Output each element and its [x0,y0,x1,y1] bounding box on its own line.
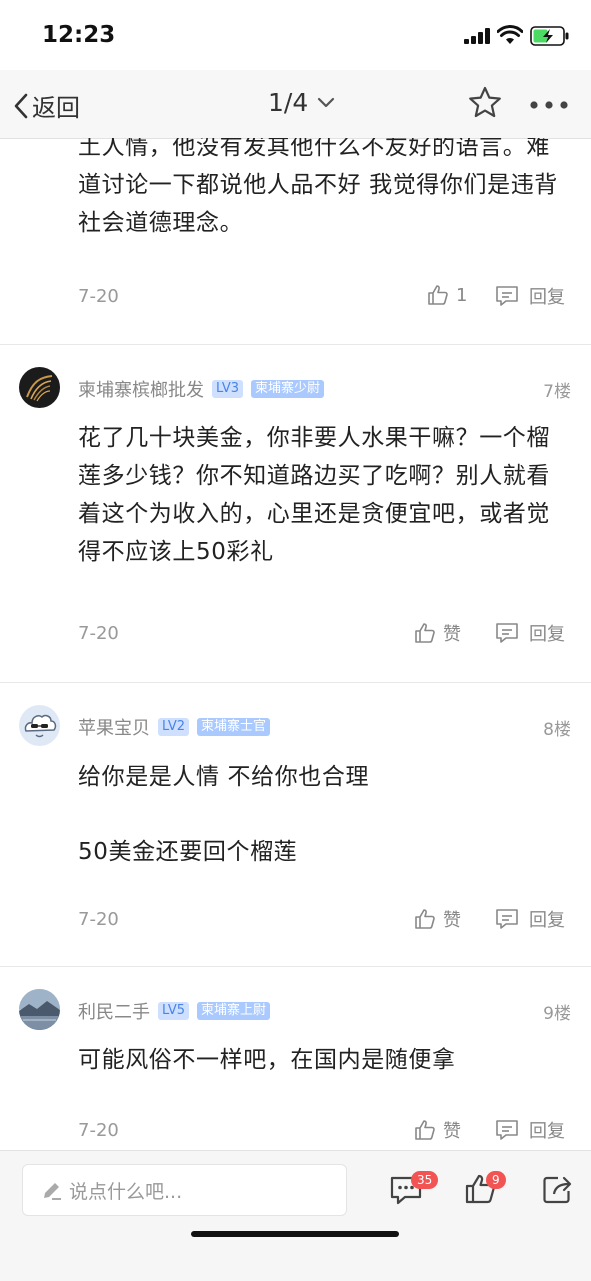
rank-badge: 柬埔寨上尉 [196,1002,270,1020]
comment-item: 利民二手 LV5 柬埔寨上尉 9楼 可能风俗不一样吧，在国内是随便拿 7-20 … [0,967,591,1150]
reply-button[interactable]: 回复 [494,906,565,932]
favorite-star-icon[interactable] [467,85,503,121]
username-text: 柬埔寨槟榔批发 [78,380,204,401]
comment-date: 7-20 [78,623,119,644]
share-icon [543,1176,572,1204]
chevron-left-icon [14,93,28,118]
comment-text[interactable]: 50美金还要回个榴莲 [78,833,568,871]
avatar[interactable] [19,367,60,408]
page-indicator: 1/4 [268,88,309,117]
like-count: 1 [456,284,468,306]
comment-text[interactable]: 土人情，他没有发其他什么不友好的语言。难道讨论一下都说他人品不好 我觉得你们是违… [78,138,568,242]
like-button[interactable]: 赞 [413,1117,461,1143]
rank-badge: 柬埔寨少尉 [250,380,324,398]
status-time: 12:23 [42,22,116,48]
chevron-down-icon [318,97,335,107]
page-selector[interactable]: 1/4 [268,88,336,117]
level-badge: LV5 [158,1002,189,1020]
reply-button[interactable]: 回复 [494,1117,565,1143]
avatar[interactable] [19,705,60,746]
floor-number: 9楼 [543,1004,571,1024]
like-button[interactable]: 赞 [413,620,461,646]
comment-placeholder: 说点什么吧... [69,1180,183,1203]
like-button[interactable]: 赞 [413,906,461,932]
status-bar: 12:23 [0,0,591,70]
reply-label: 回复 [529,910,565,931]
level-badge: LV2 [158,718,189,736]
avatar[interactable] [19,989,60,1030]
comment-item: 土人情，他没有发其他什么不友好的语言。难道讨论一下都说他人品不好 我觉得你们是违… [0,138,591,343]
username[interactable]: 利民二手 LV5 柬埔寨上尉 [78,998,270,1024]
like-label: 赞 [443,910,461,931]
rank-badge: 柬埔寨士官 [196,718,270,736]
comment-date: 7-20 [78,286,119,307]
comment-item: 柬埔寨槟榔批发 LV3 柬埔寨少尉 7楼 花了几十块美金，你非要人水果干嘛？一个… [0,345,591,682]
reply-label: 回复 [529,287,565,308]
cellular-signal-icon [464,28,490,44]
reply-label: 回复 [529,624,565,645]
back-button[interactable]: 返回 [12,88,80,123]
comment-text[interactable]: 花了几十块美金，你非要人水果干嘛？一个榴莲多少钱？你不知道路边买了吃啊？别人就看… [78,419,568,571]
like-post-button[interactable]: 9 [464,1171,506,1209]
bottom-bar: 说点什么吧... 35 9 [0,1150,591,1281]
level-badge: LV3 [212,380,243,398]
comment-icon [496,623,518,643]
avatar-image-icon [24,714,57,738]
nav-bar: 返回 1/4 [0,70,591,139]
comment-date: 7-20 [78,1120,119,1141]
comment-item: 苹果宝贝 LV2 柬埔寨士官 8楼 给你是是人情 不给你也合理 50美金还要回个… [0,683,591,966]
username[interactable]: 苹果宝贝 LV2 柬埔寨士官 [78,714,270,740]
share-button[interactable] [541,1173,575,1209]
back-label: 返回 [32,94,80,122]
thumbs-up-icon [415,623,435,643]
username-text: 利民二手 [78,1002,150,1023]
username[interactable]: 柬埔寨槟榔批发 LV3 柬埔寨少尉 [78,376,324,402]
reply-label: 回复 [529,1121,565,1142]
floor-number: 8楼 [543,720,571,740]
thumbs-up-icon [415,1120,435,1140]
comment-date: 7-20 [78,909,119,930]
reply-button[interactable]: 回复 [494,620,565,646]
avatar-image-icon [19,989,60,1030]
comment-icon [496,1120,518,1140]
like-button[interactable]: 1 [426,283,467,307]
thumbs-up-icon [428,285,448,305]
thumbs-up-icon [415,909,435,929]
like-count-badge: 9 [486,1171,506,1189]
comment-icon [496,909,518,929]
pencil-icon [44,1183,61,1200]
comment-count-badge: 35 [411,1171,439,1189]
comment-text[interactable]: 给你是是人情 不给你也合理 [78,758,568,796]
battery-charging-icon [530,26,569,46]
avatar-image-icon [26,375,53,402]
wifi-icon [497,25,523,44]
comment-text[interactable]: 可能风俗不一样吧，在国内是随便拿 [78,1041,568,1079]
floor-number: 7楼 [543,382,571,402]
like-label: 赞 [443,624,461,645]
more-icon[interactable] [530,101,568,109]
username-text: 苹果宝贝 [78,718,150,739]
reply-button[interactable]: 回复 [494,283,565,309]
comment-icon [496,286,518,306]
comment-list: 土人情，他没有发其他什么不友好的语言。难道讨论一下都说他人品不好 我觉得你们是违… [0,138,591,1150]
home-indicator[interactable] [191,1231,399,1237]
comment-input[interactable]: 说点什么吧... [22,1164,347,1216]
comments-button[interactable]: 35 [389,1171,439,1209]
like-label: 赞 [443,1121,461,1142]
